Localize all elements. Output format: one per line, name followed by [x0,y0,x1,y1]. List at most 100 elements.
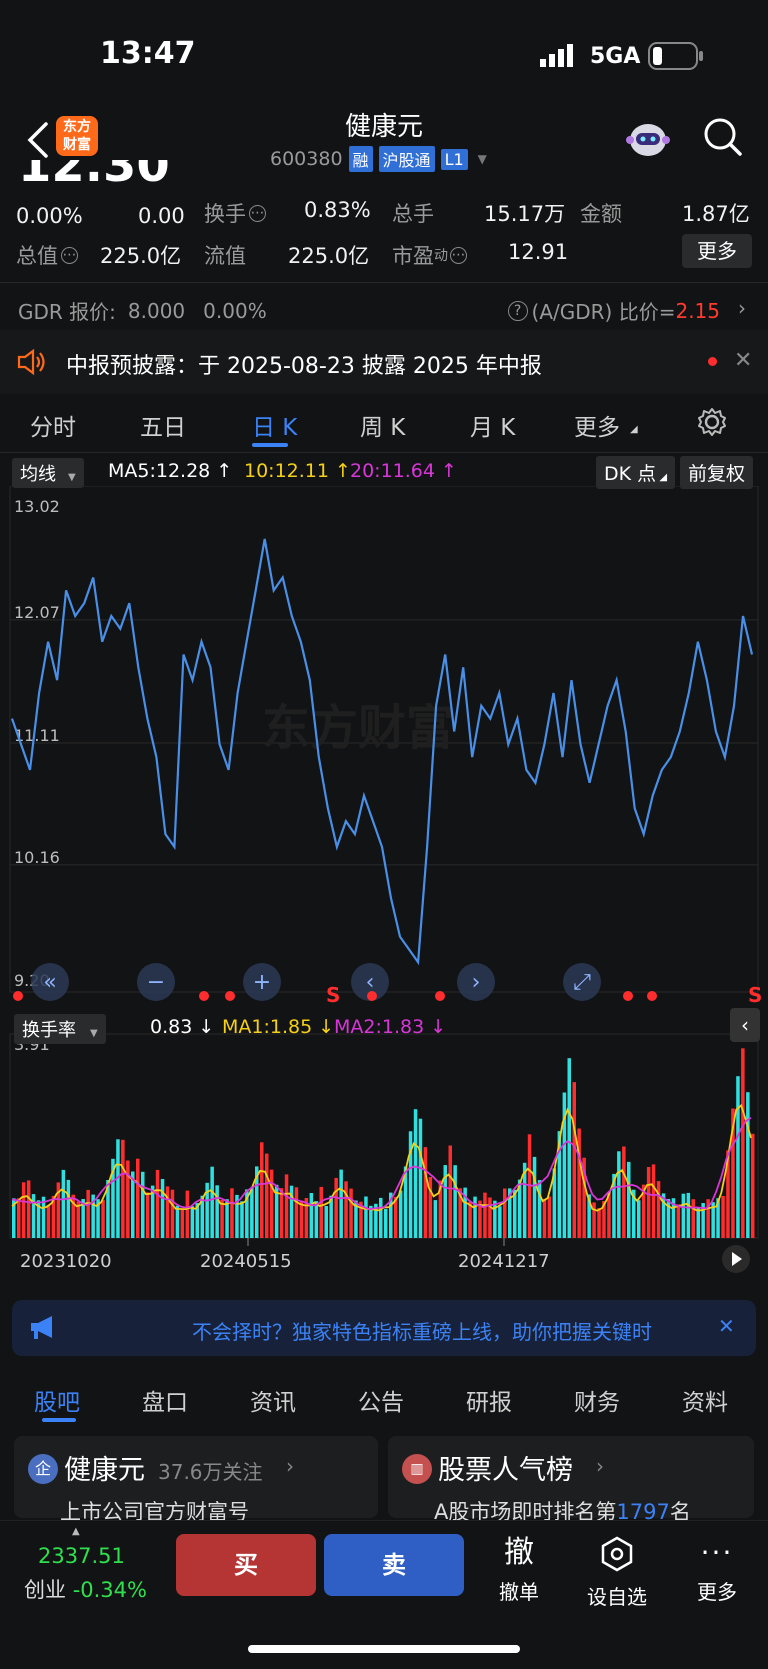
volume-bar [284,1174,289,1238]
volume-bar [279,1188,284,1238]
volume-bar [393,1196,398,1238]
volume-bar [21,1182,26,1238]
popularity-card[interactable]: ▥ 股票人气榜 › A股市场即时排名第1797名 [388,1436,754,1524]
volume-bar [145,1192,150,1238]
total-cap-value: 225.0亿 [100,244,182,268]
volume-bar [691,1199,695,1238]
volume-bar [185,1190,190,1238]
indicator-ma1: MA1:1.85 ↓ [222,1016,335,1038]
volume-bar [319,1186,323,1238]
more-menu-button[interactable]: ··· 更多 [692,1536,742,1605]
tag-level: L1 [440,148,468,170]
settings-gear-icon[interactable] [696,406,728,442]
float-cap-label: 流值 [204,244,246,268]
cancel-order-button[interactable]: 撤 撤单 [492,1536,546,1605]
svg-text:+: + [253,970,271,995]
total-volume-label: 总手 [392,202,434,226]
price-chart[interactable]: 13.0212.0711.1110.169.20 东方财富 «−+‹›⤢ SS … [0,486,768,1286]
tab-guba[interactable]: 股吧 [34,1383,80,1417]
chevron-right-icon: › [286,1454,294,1478]
tab-more[interactable]: 更多 [574,408,620,442]
amount-value: 1.87亿 [682,202,750,226]
pe-label: 市盈动 ⋯ [392,244,467,268]
volume-bar [339,1169,343,1238]
volume-bar [260,1142,264,1238]
speaker-icon [16,348,48,380]
play-button[interactable] [722,1245,750,1273]
indicator-selector[interactable]: 换手率 ▼ [14,1014,106,1044]
volume-bar [622,1146,626,1238]
volume-bar [210,1166,214,1238]
volume-bar [418,1118,423,1238]
volume-bar [473,1196,477,1238]
volume-bar [364,1196,368,1238]
close-icon[interactable]: ✕ [718,1314,735,1338]
turnover-label: 换手 ⋯ [204,202,266,226]
popularity-card-title: 股票人气榜 [438,1455,573,1486]
volume-bar [309,1193,314,1238]
scroll-far-left-button[interactable]: « [31,963,69,1001]
tab-pankou[interactable]: 盘口 [142,1383,188,1417]
watermark: 东方财富 [262,700,454,756]
tab-monthly-k[interactable]: 月 K [470,408,515,442]
ma5-value: MA5:12.28 ↑ [108,460,233,482]
tab-announcements[interactable]: 公告 [358,1383,404,1417]
volume-bar [334,1177,338,1238]
tab-weekly-k[interactable]: 周 K [360,408,405,442]
signal-dot [199,991,209,1001]
collapse-button[interactable]: ‹ [730,1008,760,1042]
tab-news[interactable]: 资讯 [250,1383,296,1417]
fullscreen-button[interactable]: ⤢ [563,963,601,1001]
add-watchlist-button[interactable]: 设自选 [582,1536,652,1610]
sell-button[interactable]: 卖 [324,1534,464,1596]
close-icon[interactable]: ✕ [734,348,752,373]
volume-bar [498,1206,502,1238]
index-quote[interactable]: 创业 -0.34% [24,1574,147,1604]
volume-bar [651,1164,656,1238]
scroll-right-button[interactable]: › [457,963,495,1001]
change-pct: 0.00% [16,204,83,228]
chevron-right-icon[interactable]: › [738,296,746,320]
buy-button[interactable]: 买 [176,1534,316,1596]
tab-intraday[interactable]: 分时 [30,408,76,442]
total-volume-value: 15.17万 [484,202,566,226]
volume-bar [269,1169,274,1238]
volume-bar [597,1208,601,1238]
stock-code-row[interactable]: 600380 融 沪股通 L1 ▼ [270,146,487,172]
volume-bar [483,1192,487,1238]
ma-selector[interactable]: 均线 ▼ [12,458,84,488]
volume-bar [175,1205,180,1238]
volume-bar [116,1139,120,1238]
tab-finance[interactable]: 财务 [574,1383,620,1417]
chart-controls[interactable]: «− + ‹ › ⤢ [31,963,601,1001]
home-indicator[interactable] [248,1645,520,1653]
volume-bar [567,1058,571,1238]
svg-text:−: − [147,970,165,995]
volume-bar [751,1133,755,1238]
adjust-button[interactable]: 前复权 [680,456,754,489]
volume-bar [136,1158,140,1238]
tab-daily-k[interactable]: 日 K [252,408,297,442]
signal-dot [435,991,445,1001]
megaphone-icon [28,1314,58,1344]
ma20-value: 20:11.64 ↑ [350,460,457,482]
more-quote-button[interactable]: 更多 [682,234,752,268]
robot-assistant-icon[interactable] [624,116,672,160]
dk-point-button[interactable]: DK 点 ◢ [596,456,676,489]
tab-five-day[interactable]: 五日 [140,408,186,442]
search-icon[interactable] [700,114,746,160]
volume-bar [681,1193,686,1238]
tab-profile[interactable]: 资料 [682,1383,728,1417]
zoom-in-button[interactable]: + [243,963,281,1001]
signal-dot [13,991,23,1001]
change-value: 0.00 [138,204,185,228]
volume-bar [369,1205,373,1238]
company-card[interactable]: 企 健康元 37.6万关注 › 上市公司官方财富号 [14,1436,378,1524]
zoom-out-button[interactable]: − [137,963,175,1001]
volume-bar [488,1197,492,1238]
volume-bar [746,1092,750,1238]
tab-research[interactable]: 研报 [466,1383,512,1417]
index-value[interactable]: 2337.51 [38,1544,125,1568]
volume-bar [86,1189,90,1238]
gdr-ratio[interactable]: ? (A/GDR) 比价= 2.15 [507,296,720,325]
